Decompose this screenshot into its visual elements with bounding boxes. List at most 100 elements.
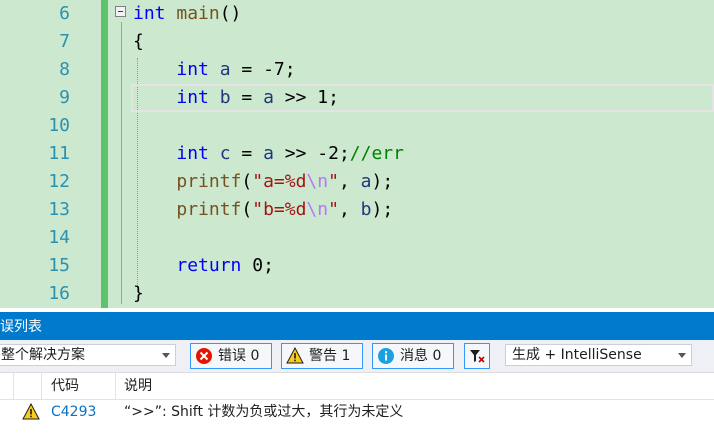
- warnings-filter-button[interactable]: 警告 1: [281, 343, 363, 369]
- code-token: printf: [176, 171, 242, 192]
- line-number: 13: [48, 199, 70, 220]
- code-token: printf: [176, 199, 242, 220]
- code-token: return: [176, 255, 242, 276]
- warnings-filter-label: 警告 1: [309, 348, 351, 364]
- chevron-down-icon: [162, 353, 170, 358]
- code-token: a: [263, 87, 274, 108]
- errors-filter-button[interactable]: 错误 0: [190, 343, 272, 369]
- code-token: \n: [306, 171, 329, 192]
- code-token: "a=%d: [252, 171, 307, 192]
- line-number: 14: [48, 227, 70, 248]
- filter-button[interactable]: [464, 343, 490, 369]
- change-tracking-bar: [101, 0, 108, 308]
- error-list-toolbar: 整个解决方案 错误 0 警告 1 消息 0 生成 + IntelliSense: [0, 340, 714, 373]
- error-list-title-bar: 误列表: [0, 312, 714, 340]
- code-token: a: [360, 171, 372, 192]
- code-token: a: [219, 59, 231, 80]
- warning-icon: [22, 403, 40, 420]
- code-token: >> 1;: [273, 87, 339, 108]
- column-separator: [13, 373, 14, 399]
- line-number: 11: [48, 143, 70, 164]
- code-token: b: [219, 87, 231, 108]
- fold-collapse-icon[interactable]: [115, 6, 126, 17]
- line-number: 9: [59, 87, 70, 108]
- error-description: “>>”: Shift 计数为负或过大，其行为未定义: [124, 404, 404, 420]
- warning-icon: [286, 347, 304, 364]
- messages-filter-button[interactable]: 消息 0: [372, 343, 454, 369]
- scope-combo-value: 整个解决方案: [1, 347, 85, 363]
- code-token: a: [263, 143, 274, 164]
- code-token: );: [371, 199, 394, 220]
- code-line[interactable]: int b = a >> 1;: [133, 84, 339, 112]
- code-token: ": [328, 171, 339, 192]
- column-separator: [115, 373, 116, 399]
- code-token: int: [176, 59, 209, 80]
- code-token: \n: [306, 199, 329, 220]
- error-code-link[interactable]: C4293: [51, 400, 96, 424]
- code-token: {: [133, 31, 144, 52]
- code-line[interactable]: int c = a >> -2;//err: [133, 140, 404, 168]
- fold-guide: [121, 22, 122, 304]
- filter-icon: [470, 350, 485, 363]
- code-line[interactable]: int a = -7;: [133, 56, 295, 84]
- code-token: int: [176, 143, 209, 164]
- code-token: int: [133, 3, 166, 24]
- code-token: =: [230, 87, 264, 108]
- line-number: 7: [59, 31, 70, 52]
- code-token: main: [176, 3, 220, 24]
- error-list-title: 误列表: [0, 319, 42, 335]
- line-number: 6: [59, 3, 70, 24]
- code-line[interactable]: printf("b=%d\n", b);: [133, 196, 393, 224]
- code-token: ": [328, 199, 339, 220]
- info-icon: [378, 348, 394, 364]
- code-editor[interactable]: 6 7 8 9 10 11 12 13 14 15 16 int main() { int a = -…: [0, 0, 714, 308]
- code-token: ,: [338, 171, 361, 192]
- code-line[interactable]: int main(): [133, 0, 241, 28]
- column-header-description[interactable]: 说明: [124, 373, 152, 399]
- code-token: b: [360, 199, 372, 220]
- line-number: 10: [48, 115, 70, 136]
- code-token: }: [133, 283, 144, 304]
- column-header-code[interactable]: 代码: [51, 373, 79, 399]
- code-token: c: [219, 143, 231, 164]
- build-source-value: 生成 + IntelliSense: [512, 347, 642, 363]
- line-number-gutter: 6 7 8 9 10 11 12 13 14 15 16: [0, 0, 100, 308]
- code-token: (): [219, 3, 242, 24]
- code-line[interactable]: return 0;: [133, 252, 274, 280]
- code-token: (: [241, 171, 253, 192]
- code-line[interactable]: printf("a=%d\n", a);: [133, 168, 393, 196]
- code-token: );: [371, 171, 394, 192]
- code-token: int: [176, 87, 209, 108]
- build-source-combo[interactable]: 生成 + IntelliSense: [505, 344, 692, 366]
- error-icon: [196, 348, 212, 364]
- code-token: (: [241, 199, 253, 220]
- code-token: =: [230, 143, 264, 164]
- code-token: >> -2;: [273, 143, 350, 164]
- errors-filter-label: 错误 0: [218, 348, 260, 364]
- code-line[interactable]: }: [133, 280, 144, 308]
- code-token: "b=%d: [252, 199, 307, 220]
- error-list-row[interactable]: C4293 “>>”: Shift 计数为负或过大，其行为未定义: [0, 400, 714, 426]
- line-number: 12: [48, 171, 70, 192]
- code-line[interactable]: {: [133, 28, 144, 56]
- code-token: ,: [338, 199, 361, 220]
- column-separator: [41, 373, 42, 399]
- line-number: 16: [48, 283, 70, 304]
- error-list-header: 代码 说明: [0, 373, 714, 400]
- code-token: //err: [349, 143, 404, 164]
- code-token: 0;: [241, 255, 274, 276]
- chevron-down-icon: [678, 353, 686, 358]
- messages-filter-label: 消息 0: [400, 348, 442, 364]
- scope-combo[interactable]: 整个解决方案: [0, 344, 176, 366]
- line-number: 15: [48, 255, 70, 276]
